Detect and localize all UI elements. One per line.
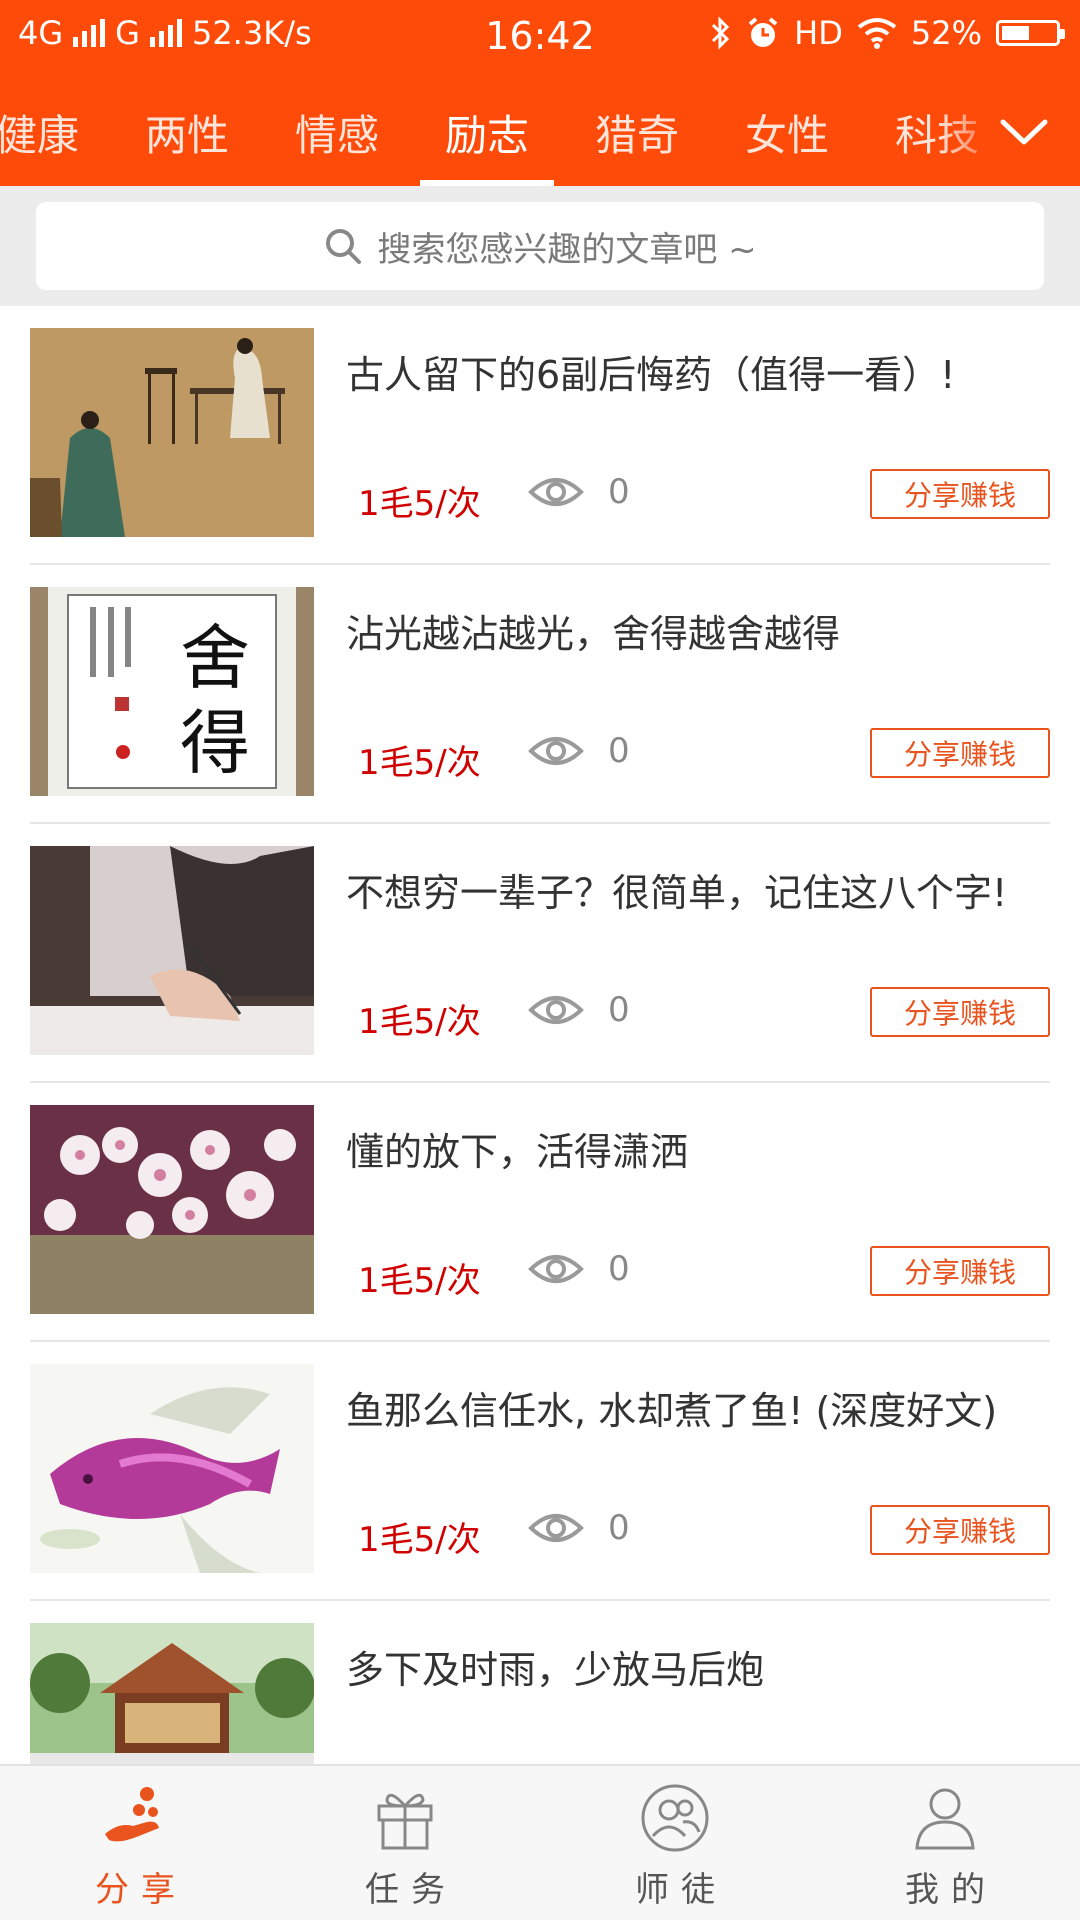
article-price: 1毛5/次 <box>358 1520 481 1560</box>
category-tab[interactable]: 情感 <box>262 78 412 186</box>
article-views: 0 <box>528 1249 630 1289</box>
nav-item[interactable]: 我的 <box>810 1766 1080 1920</box>
battery-icon <box>996 20 1065 46</box>
search-placeholder: 搜索您感兴趣的文章吧 ~ <box>377 229 757 270</box>
share-hand-icon <box>97 1780 173 1856</box>
article-title[interactable]: 古人留下的6副后悔药（值得一看）! <box>346 352 1036 398</box>
nav-label: 分享 <box>95 1870 187 1910</box>
article-item[interactable]: 舍得 沾光越沾越光，舍得越舍越得 1毛5/次 0 分享赚钱 <box>0 565 1080 824</box>
share-earn-button[interactable]: 分享赚钱 <box>870 1246 1050 1296</box>
article-price: 1毛5/次 <box>358 743 481 783</box>
article-item[interactable]: 懂的放下，活得潇洒 1毛5/次 0 分享赚钱 <box>0 1083 1080 1342</box>
article-thumbnail[interactable] <box>30 846 314 1055</box>
category-tab[interactable]: 健康 <box>0 78 112 186</box>
chevron-down-icon <box>1000 119 1048 145</box>
nav-item[interactable]: 师徒 <box>540 1766 810 1920</box>
gift-icon <box>367 1780 443 1856</box>
share-earn-button[interactable]: 分享赚钱 <box>870 987 1050 1037</box>
user-icon <box>907 1780 983 1856</box>
view-count: 0 <box>608 990 630 1030</box>
article-views: 0 <box>528 990 630 1030</box>
nav-label: 师徒 <box>635 1870 727 1910</box>
article-item[interactable]: 古人留下的6副后悔药（值得一看）! 1毛5/次 0 分享赚钱 <box>0 306 1080 565</box>
article-price: 1毛5/次 <box>358 1002 481 1042</box>
article-item[interactable]: 不想穷一辈子？很简单，记住这八个字! 1毛5/次 0 分享赚钱 <box>0 824 1080 1083</box>
article-views: 0 <box>528 1508 630 1548</box>
article-price: 1毛5/次 <box>358 484 481 524</box>
eye-icon <box>528 737 584 765</box>
article-title[interactable]: 鱼那么信任水, 水却煮了鱼! (深度好文) <box>346 1388 1036 1434</box>
article-title[interactable]: 多下及时雨，少放马后炮 <box>346 1647 1036 1693</box>
nav-item[interactable]: 分享 <box>0 1766 270 1920</box>
view-count: 0 <box>608 1508 630 1548</box>
battery-percent: 52% <box>910 14 982 52</box>
article-views: 0 <box>528 731 630 771</box>
category-tab[interactable]: 励志 <box>412 78 562 186</box>
article-title[interactable]: 沾光越沾越光，舍得越舍越得 <box>346 611 1036 657</box>
article-price: 1毛5/次 <box>358 1261 481 1301</box>
category-tab[interactable]: 两性 <box>112 78 262 186</box>
eye-icon <box>528 478 584 506</box>
article-item[interactable]: 多下及时雨，少放马后炮 <box>0 1601 1080 1764</box>
nav-item[interactable]: 任务 <box>270 1766 540 1920</box>
bottom-nav: 分享 任务 师徒 我的 <box>0 1764 1080 1920</box>
article-thumbnail[interactable]: 舍得 <box>30 587 314 796</box>
view-count: 0 <box>608 472 630 512</box>
svg-text:得: 得 <box>180 702 250 784</box>
battery-level <box>1002 26 1030 40</box>
category-bar: 健康 两性 情感 励志 猎奇 女性 科技 <box>0 78 1080 186</box>
share-earn-button[interactable]: 分享赚钱 <box>870 728 1050 778</box>
expand-categories-button[interactable] <box>998 106 1050 158</box>
share-earn-button[interactable]: 分享赚钱 <box>870 1505 1050 1555</box>
category-tabs: 健康 两性 情感 励志 猎奇 女性 科技 <box>0 78 1012 186</box>
status-bar: 4G G 52.3K/s 16:42 HD 52% <box>0 0 1080 78</box>
article-title[interactable]: 懂的放下，活得潇洒 <box>346 1129 1036 1175</box>
group-icon <box>637 1780 713 1856</box>
nav-label: 我的 <box>905 1870 997 1910</box>
status-right: HD 52% <box>710 14 1065 52</box>
view-count: 0 <box>608 1249 630 1289</box>
article-thumbnail[interactable] <box>30 328 314 537</box>
eye-icon <box>528 1255 584 1283</box>
view-count: 0 <box>608 731 630 771</box>
share-earn-button[interactable]: 分享赚钱 <box>870 469 1050 519</box>
search-area: 搜索您感兴趣的文章吧 ~ <box>0 186 1080 306</box>
article-thumbnail[interactable] <box>30 1623 314 1764</box>
article-views: 0 <box>528 472 630 512</box>
search-icon <box>326 229 362 264</box>
wifi-icon <box>857 18 897 49</box>
search-input[interactable]: 搜索您感兴趣的文章吧 ~ <box>36 202 1044 290</box>
category-tab[interactable]: 猎奇 <box>562 78 712 186</box>
hd-indicator: HD <box>794 14 843 52</box>
article-title[interactable]: 不想穷一辈子？很简单，记住这八个字! <box>346 870 1036 916</box>
svg-text:舍: 舍 <box>180 617 250 699</box>
alarm-icon <box>748 17 778 47</box>
nav-label: 任务 <box>365 1870 457 1910</box>
eye-icon <box>528 996 584 1024</box>
article-item[interactable]: 鱼那么信任水, 水却煮了鱼! (深度好文) 1毛5/次 0 分享赚钱 <box>0 1342 1080 1601</box>
eye-icon <box>528 1514 584 1542</box>
bluetooth-icon <box>712 16 730 50</box>
article-thumbnail[interactable] <box>30 1105 314 1314</box>
article-thumbnail[interactable] <box>30 1364 314 1573</box>
article-list: 古人留下的6副后悔药（值得一看）! 1毛5/次 0 分享赚钱 舍得 沾光越沾越光，舍得… <box>0 306 1080 1764</box>
category-tab[interactable]: 女性 <box>712 78 862 186</box>
